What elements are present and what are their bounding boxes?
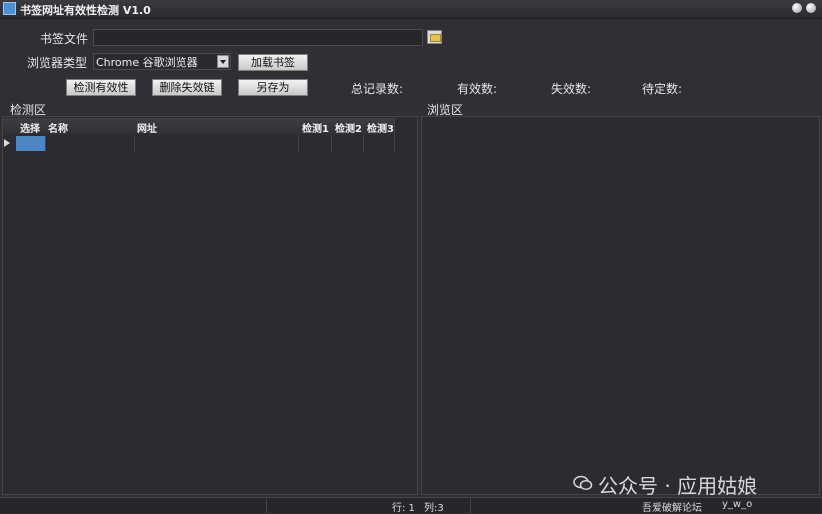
grid-divider bbox=[363, 135, 364, 152]
load-bookmarks-button[interactable]: 加载书签 bbox=[238, 54, 308, 71]
column-header-select[interactable]: 选择 bbox=[20, 120, 40, 135]
browser-type-value: Chrome 谷歌浏览器 bbox=[96, 56, 198, 69]
save-as-button[interactable]: 另存为 bbox=[238, 79, 308, 96]
status-bar: 行: 1 列:3 吾爱破解论坛 y_w_o bbox=[0, 497, 822, 514]
column-header-check2[interactable]: 检测2 bbox=[335, 120, 362, 135]
browse-area-panel[interactable] bbox=[421, 116, 820, 495]
grid-divider bbox=[298, 135, 299, 152]
column-header-check3[interactable]: 检测3 bbox=[367, 120, 394, 135]
grid-divider bbox=[394, 118, 395, 152]
chevron-down-icon[interactable] bbox=[217, 55, 229, 68]
detect-area-panel bbox=[2, 116, 418, 495]
valid-count-label: 有效数: bbox=[457, 82, 498, 96]
watermark-text: 公众号 · 应用姑娘 bbox=[598, 474, 758, 498]
title-bar: 书签网址有效性检测 V1.0 bbox=[0, 0, 822, 19]
grid-divider bbox=[45, 135, 46, 152]
total-count-label: 总记录数: bbox=[351, 82, 404, 96]
grid-header: 选择 名称 网址 检测1 检测2 检测3 bbox=[3, 118, 395, 135]
grid-divider bbox=[134, 135, 135, 152]
browser-type-select[interactable]: Chrome 谷歌浏览器 bbox=[93, 53, 231, 70]
close-icon[interactable] bbox=[806, 3, 816, 13]
browser-type-label: 浏览器类型 bbox=[27, 56, 88, 70]
invalid-count-label: 失效数: bbox=[551, 82, 592, 96]
wechat-icon bbox=[573, 475, 593, 491]
table-row[interactable] bbox=[3, 135, 395, 152]
minimize-icon[interactable] bbox=[792, 3, 802, 13]
browse-folder-button[interactable] bbox=[427, 30, 442, 44]
folder-icon bbox=[430, 34, 441, 42]
bookmark-file-input[interactable] bbox=[93, 29, 423, 46]
column-header-name[interactable]: 名称 bbox=[48, 120, 68, 135]
delete-dead-links-button[interactable]: 删除失效链 bbox=[152, 79, 222, 96]
row-pointer-icon bbox=[4, 139, 10, 147]
window-title: 书签网址有效性检测 V1.0 bbox=[20, 4, 151, 17]
pending-count-label: 待定数: bbox=[642, 82, 683, 96]
bookmark-file-label: 书签文件 bbox=[40, 32, 89, 46]
column-header-url[interactable]: 网址 bbox=[137, 120, 157, 135]
status-user: y_w_o bbox=[722, 499, 753, 510]
selected-cell[interactable] bbox=[16, 136, 45, 151]
grid-divider bbox=[331, 135, 332, 152]
app-icon bbox=[3, 2, 16, 15]
column-header-check1[interactable]: 检测1 bbox=[302, 120, 329, 135]
status-divider bbox=[470, 498, 471, 513]
check-validity-button[interactable]: 检测有效性 bbox=[66, 79, 136, 96]
status-divider bbox=[266, 498, 267, 513]
